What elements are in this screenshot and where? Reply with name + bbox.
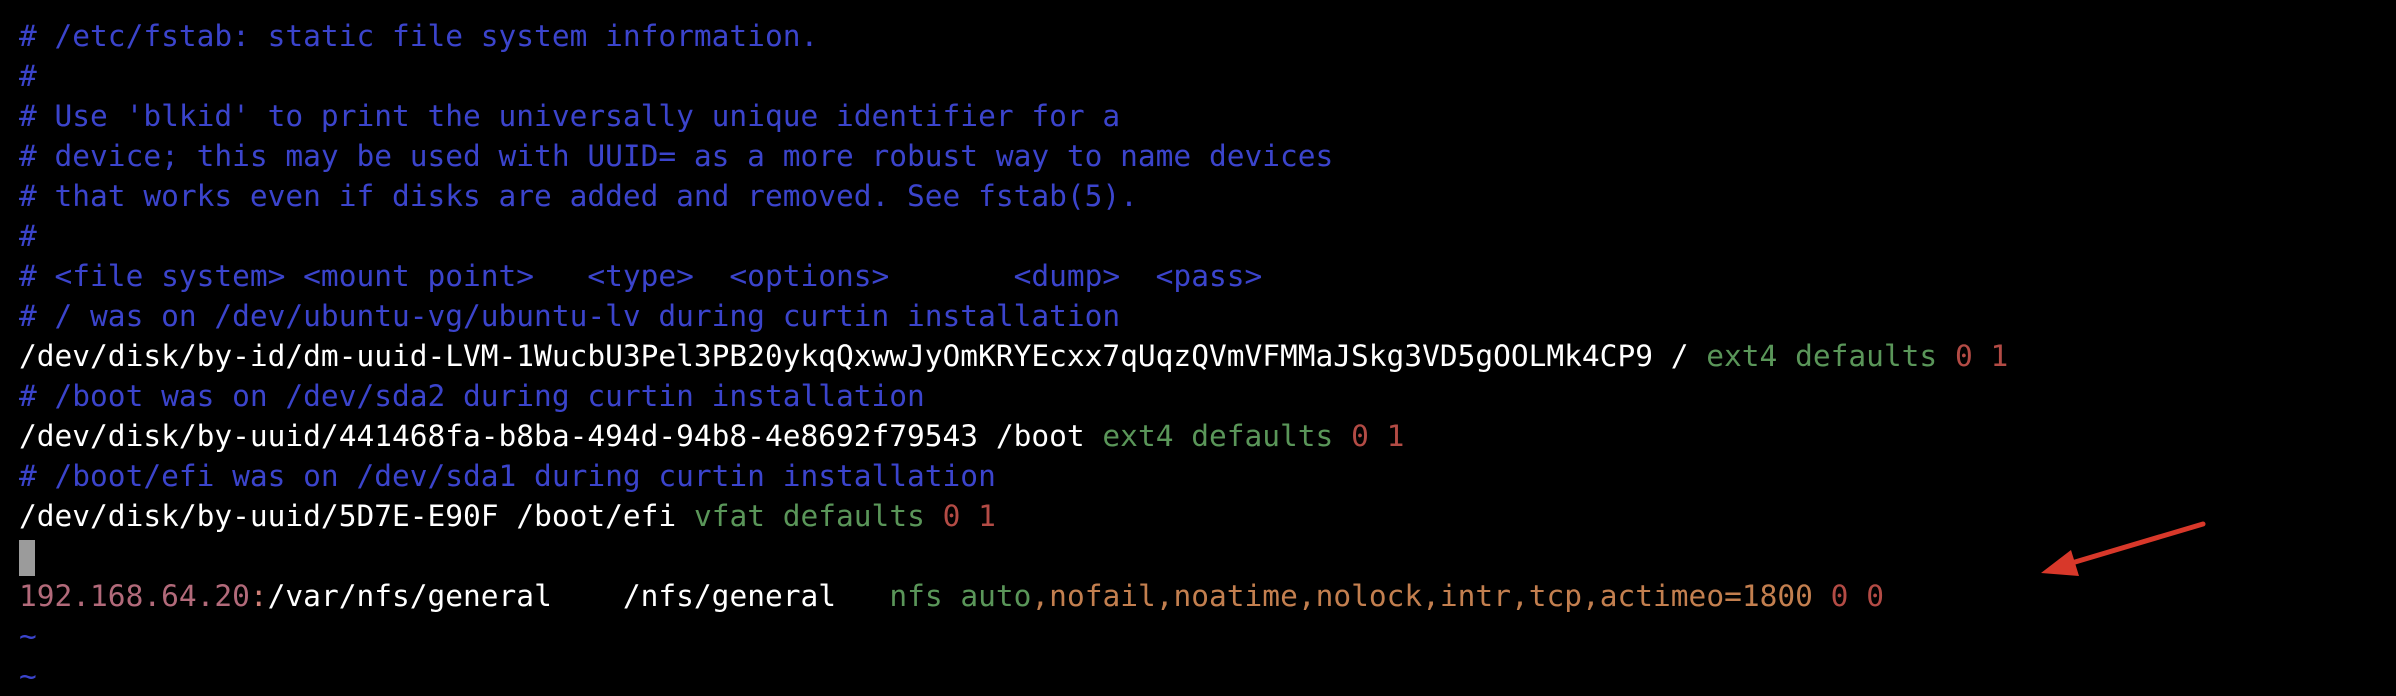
comment-line: # device; this may be used with UUID= as… — [19, 139, 1334, 173]
text-cursor — [19, 539, 35, 576]
pass-value: 0 — [1866, 579, 1884, 613]
pass-value: 1 — [978, 499, 996, 533]
fstab-entry-root: /dev/disk/by-id/dm-uuid-LVM-1WucbU3Pel3P… — [19, 336, 2396, 376]
fstab-entry-nfs: 192.168.64.20:/var/nfs/general /nfs/gene… — [19, 576, 2396, 616]
dump-value: 0 — [1830, 579, 1849, 613]
mount-options: defaults — [1191, 419, 1334, 453]
mount-option-auto: auto — [960, 579, 1032, 613]
comment-line: # / was on /dev/ubuntu-vg/ubuntu-lv duri… — [19, 299, 1121, 333]
empty-buffer-tilde: ~ — [19, 619, 37, 653]
dump-value: 0 — [942, 499, 961, 533]
dump-value: 0 — [1351, 419, 1369, 453]
fs-type: ext4 — [1102, 419, 1174, 453]
device-path: /dev/disk/by-uuid/5D7E-E90F — [19, 499, 499, 533]
fstab-entry-boot: /dev/disk/by-uuid/441468fa-b8ba-494d-94b… — [19, 416, 2396, 456]
fs-type: vfat — [693, 499, 765, 533]
device-path: /dev/disk/by-id/dm-uuid-LVM-1WucbU3Pel3P… — [19, 339, 1653, 373]
comment-line: # — [19, 219, 37, 253]
comment-line-header: # <file system> <mount point> <type> <op… — [19, 259, 1263, 293]
comment-line: # /boot/efi was on /dev/sda1 during curt… — [19, 459, 996, 493]
fs-type: ext4 — [1706, 339, 1778, 373]
comment-line: # Use 'blkid' to print the universally u… — [19, 99, 1121, 133]
comment-line: # — [19, 59, 37, 93]
mount-point: / — [1670, 339, 1689, 373]
pass-value: 1 — [1386, 419, 1405, 453]
mount-options: ,nofail,noatime,nolock,intr,tcp,actimeo=… — [1031, 579, 1813, 613]
empty-buffer-tilde: ~ — [19, 659, 37, 693]
mount-options: defaults — [782, 499, 925, 533]
nfs-remote-path: /var/nfs/general — [267, 579, 552, 613]
mount-point: /boot — [995, 419, 1085, 453]
device-path: /dev/disk/by-uuid/441468fa-b8ba-494d-94b… — [19, 419, 979, 453]
comment-line: # that works even if disks are added and… — [19, 179, 1138, 213]
vim-editor-buffer[interactable]: # /etc/fstab: static file system informa… — [19, 16, 2396, 696]
comment-line: # /etc/fstab: static file system informa… — [19, 19, 819, 53]
fs-type: nfs — [889, 579, 943, 613]
nfs-server-ip: 192.168.64.20 — [19, 579, 250, 613]
pass-value: 1 — [1990, 339, 2009, 373]
mount-point: /boot/efi — [516, 499, 677, 533]
comment-line: # /boot was on /dev/sda2 during curtin i… — [19, 379, 925, 413]
red-arrow-annotation — [2041, 521, 2206, 576]
dump-value: 0 — [1954, 339, 1973, 373]
nfs-separator: : — [249, 579, 268, 613]
mount-options: defaults — [1795, 339, 1938, 373]
mount-point: /nfs/general — [622, 579, 837, 613]
